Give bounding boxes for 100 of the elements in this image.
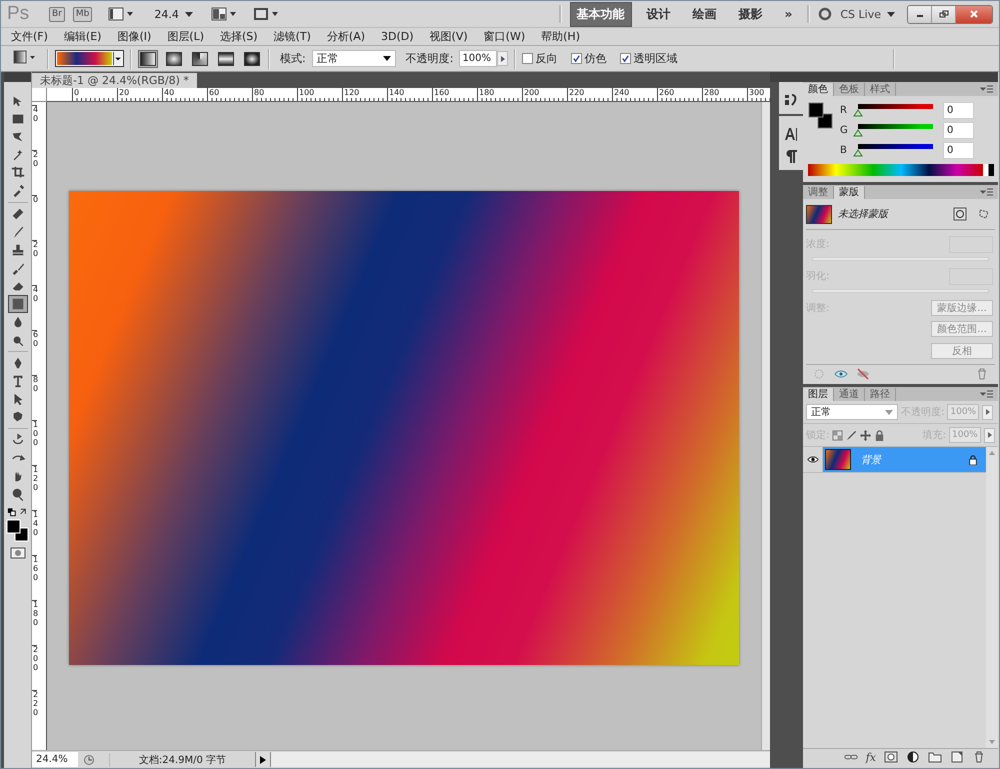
mini-bridge-button[interactable]: Mb (72, 6, 92, 22)
channel-value-field[interactable]: 0 (943, 122, 974, 138)
ruler-label: 180 (477, 88, 522, 101)
workspace-button[interactable]: 摄影 (732, 2, 770, 26)
slider-thumb[interactable] (853, 148, 863, 156)
arrange-documents-icon[interactable] (210, 7, 237, 21)
close-button[interactable] (956, 6, 992, 22)
lock-icon[interactable] (874, 430, 886, 440)
menu-item[interactable]: 帮助(H) (535, 29, 586, 44)
menu-item[interactable]: 分析(A) (320, 29, 372, 44)
character-icon[interactable] (783, 126, 799, 142)
view-extras-icon[interactable] (108, 7, 134, 21)
foreground-background-swatch[interactable] (808, 102, 834, 130)
foreground-background-swatch[interactable] (6, 519, 30, 543)
ruler-label: 200 (522, 88, 567, 101)
layer-style-button[interactable]: fx (866, 750, 876, 764)
checkbox[interactable] (620, 53, 632, 64)
restore-button[interactable] (932, 6, 956, 22)
ruler-label: 180 (32, 600, 38, 645)
default-colors-icon[interactable] (6, 507, 28, 517)
ruler-label: 140 (32, 510, 38, 555)
opacity-slider-button[interactable] (497, 51, 508, 66)
crop-icon (10, 166, 24, 180)
panel-tab[interactable]: 色板 (834, 83, 865, 96)
workspace-button[interactable]: 基本功能 (570, 2, 632, 26)
ruler-label: 40 (32, 285, 38, 330)
gradient-picker[interactable] (55, 50, 124, 67)
ruler-label: 240 (612, 88, 657, 101)
linear-gradient-button[interactable] (138, 50, 158, 68)
move-icon[interactable] (860, 430, 872, 440)
panel-menu-icon[interactable] (980, 188, 994, 196)
menu-item[interactable]: 窗口(W) (478, 29, 532, 44)
minimize-button[interactable] (908, 6, 932, 22)
panel-tab[interactable]: 蒙版 (834, 186, 865, 199)
panel-tab[interactable]: 通道 (834, 388, 865, 401)
app-logo: Ps (7, 3, 30, 25)
ruler-label: 120 (342, 88, 387, 101)
vertical-scrollbar[interactable] (761, 102, 770, 750)
angle-gradient-button[interactable] (190, 50, 210, 68)
opacity-field[interactable]: 100% (459, 50, 498, 67)
ruler-label: 120 (32, 465, 38, 510)
slider-thumb[interactable] (853, 108, 863, 116)
folder-icon[interactable] (928, 751, 942, 763)
checkbox-label: 反向 (535, 51, 558, 66)
slider-thumb[interactable] (853, 128, 863, 136)
panel-tab[interactable]: 图层 (803, 388, 834, 401)
menu-item[interactable]: 选择(S) (214, 29, 264, 44)
adjustment-layer-icon[interactable] (906, 751, 920, 763)
brush-icon[interactable] (846, 430, 858, 440)
color-spectrum-bar[interactable] (808, 164, 994, 176)
menu-item[interactable]: 图层(L) (161, 29, 210, 44)
mode-label: 模式: (280, 51, 306, 66)
checkbox[interactable] (571, 53, 582, 64)
channel-value-field[interactable]: 0 (943, 142, 974, 158)
blend-mode-dropdown[interactable]: 正常 (806, 404, 898, 420)
diamond-gradient-button[interactable] (242, 50, 262, 68)
menu-item[interactable]: 编辑(E) (58, 29, 108, 44)
new-layer-icon[interactable] (950, 751, 964, 763)
status-menu-button[interactable] (255, 752, 271, 767)
quick-mask-icon[interactable] (10, 547, 26, 559)
diamond-gradient-icon (244, 52, 260, 66)
menu-item[interactable]: 文件(F) (5, 29, 54, 44)
restore-icon (938, 10, 948, 18)
reflected-gradient-icon (218, 52, 234, 66)
panel-tab[interactable]: 颜色 (803, 83, 834, 96)
fill-button[interactable] (984, 428, 995, 442)
tool-button[interactable] (8, 295, 28, 313)
caret-icon (113, 52, 122, 65)
channel-value-field[interactable]: 0 (943, 102, 974, 118)
panel-menu-icon[interactable] (980, 85, 994, 93)
layer-opacity-button[interactable] (982, 404, 994, 420)
pixel-mask-icon[interactable] (953, 207, 967, 221)
bridge-button[interactable]: Br (49, 6, 65, 22)
more-workspaces-button[interactable]: » (778, 3, 800, 25)
checkbox[interactable] (522, 53, 534, 64)
horizontal-scrollbar[interactable] (271, 752, 770, 767)
reflected-gradient-button[interactable] (216, 50, 236, 68)
menu-item[interactable]: 滤镜(T) (268, 29, 317, 44)
lock-transparent-icon[interactable] (832, 430, 844, 440)
menu-item[interactable]: 3D(D) (375, 30, 420, 43)
move-icon (10, 94, 24, 108)
workspace-button[interactable]: 绘画 (686, 2, 724, 26)
menu-item[interactable]: 图像(I) (111, 29, 158, 44)
cs-live-button[interactable]: CS Live (840, 8, 895, 20)
zoom-dropdown[interactable]: 24.4 (152, 8, 195, 20)
screen-mode-icon[interactable] (252, 7, 279, 21)
zoom-field[interactable]: 24.4% (32, 752, 78, 767)
trash-icon[interactable] (972, 751, 986, 763)
vector-mask-icon[interactable] (977, 207, 991, 221)
arrow-right-icon (984, 408, 991, 416)
document-tab[interactable]: 未标题-1 @ 24.4%(RGB/8) * (32, 73, 197, 88)
ruler-label: 40 (32, 105, 38, 150)
panel-tab[interactable]: 路径 (865, 388, 896, 401)
radial-gradient-button[interactable] (164, 50, 184, 68)
panel-tab[interactable]: 样式 (865, 83, 896, 96)
layer-mask-icon[interactable] (884, 751, 898, 763)
panel-menu-icon[interactable] (980, 390, 994, 398)
mode-dropdown[interactable]: 正常 (312, 50, 396, 67)
menu-item[interactable]: 视图(V) (424, 29, 474, 44)
workspace-button[interactable]: 设计 (640, 2, 678, 26)
